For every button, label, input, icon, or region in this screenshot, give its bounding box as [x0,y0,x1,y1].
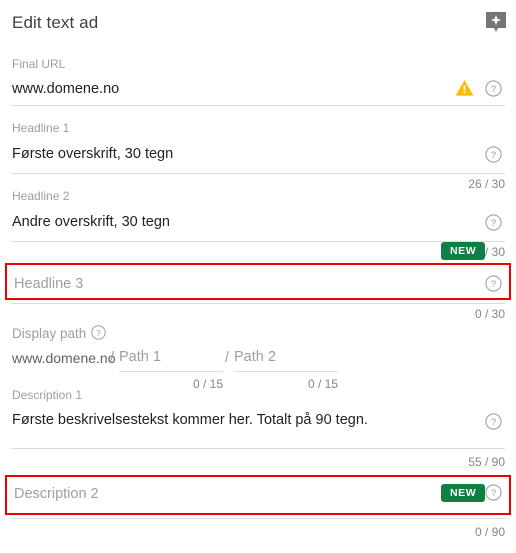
help-circle-icon[interactable]: ? [485,146,502,163]
field-description-2[interactable]: Description 2 NEW ? 0 / 90 [0,470,516,553]
help-circle-icon[interactable]: ? [485,484,502,501]
final-url-input[interactable]: www.domene.no [12,79,119,99]
field-final-url[interactable]: Final URL www.domene.no ? [0,0,516,106]
headline-2-label: Headline 2 [12,189,70,203]
display-path-2-input[interactable]: Path 2 [234,347,276,367]
display-path-slash-1: / [110,350,115,366]
divider [11,303,505,304]
description-2-counter: 0 / 90 [474,525,505,539]
display-path-slash-2: / [225,350,230,366]
field-headline-2[interactable]: Headline 2 Andre overskrift, 30 tegn ? 2… [0,174,516,259]
description-2-input[interactable]: Description 2 [14,484,99,504]
edit-text-ad-dialog: Edit text ad Final URL www.domene.no ? H… [0,0,516,553]
svg-text:?: ? [491,417,496,428]
display-path-2-underline [234,371,338,372]
divider [11,518,505,519]
display-path-1-underline [119,371,223,372]
help-circle-icon[interactable]: ? [91,325,108,342]
help-circle-icon[interactable]: ? [485,275,502,292]
headline-3-input[interactable]: Headline 3 [14,274,83,294]
description-1-counter: 55 / 90 [468,455,505,469]
description-1-input[interactable]: Første beskrivelsestekst kommer her. Tot… [12,410,368,430]
svg-text:?: ? [96,328,101,338]
svg-text:?: ? [491,218,496,229]
description-1-label: Description 1 [12,388,83,402]
help-circle-icon[interactable]: ? [485,413,502,430]
display-path-label: Display path [12,326,87,341]
svg-text:?: ? [491,150,496,161]
headline-2-input[interactable]: Andre overskrift, 30 tegn [12,212,170,232]
field-headline-1[interactable]: Headline 1 Første overskrift, 30 tegn ? … [0,106,516,191]
description-2-new-badge[interactable]: NEW [441,484,486,502]
display-path-domain: www.domene.no [12,350,116,366]
field-description-1[interactable]: Description 1 Første beskrivelsestekst k… [0,380,516,470]
final-url-label: Final URL [12,57,66,71]
svg-text:?: ? [491,279,496,290]
warning-triangle-icon[interactable] [455,79,474,97]
divider [11,448,505,449]
help-circle-icon[interactable]: ? [485,214,502,231]
headline-1-label: Headline 1 [12,121,70,135]
headline-1-input[interactable]: Første overskrift, 30 tegn [12,144,173,164]
help-circle-icon[interactable]: ? [485,80,502,97]
display-path-1-input[interactable]: Path 1 [119,347,161,367]
svg-text:?: ? [491,84,496,95]
field-headline-3[interactable]: Headline 3 NEW ? 0 / 30 [0,242,516,321]
headline-3-new-badge[interactable]: NEW [441,242,486,260]
svg-text:?: ? [491,488,496,499]
